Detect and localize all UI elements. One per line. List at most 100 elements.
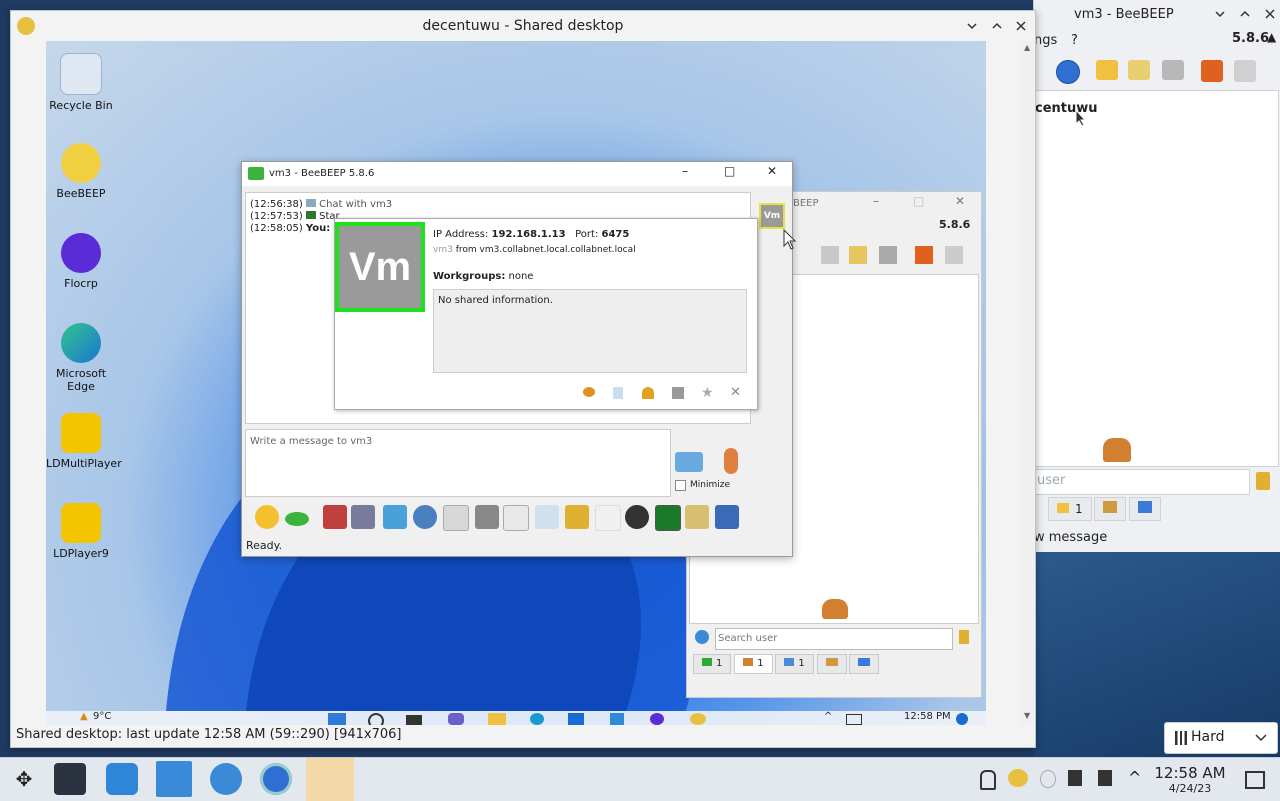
code-icon[interactable] — [595, 505, 621, 531]
broom-icon[interactable] — [959, 630, 969, 644]
bell-icon[interactable] — [642, 387, 654, 399]
folder-send-icon[interactable] — [565, 505, 589, 529]
tools-icon[interactable] — [1162, 60, 1184, 80]
beebeep-taskbar-icon[interactable] — [690, 713, 706, 725]
file-manager-icon[interactable] — [156, 761, 192, 797]
host-search-input[interactable]: user — [1034, 469, 1250, 495]
scroll-up-icon[interactable]: ▲ — [1024, 43, 1030, 52]
screen-share-icon[interactable] — [655, 505, 681, 531]
tab-chats[interactable]: 1 — [1048, 497, 1092, 521]
clock[interactable]: 12:58 AM 4/24/23 — [1150, 764, 1230, 795]
minimize-checkbox[interactable] — [675, 480, 686, 491]
remote-desktop-view[interactable]: Recycle Bin BeeBEEP Flocrp Microsoft Edg… — [46, 41, 986, 725]
taskview-icon[interactable] — [406, 715, 422, 725]
send-icon[interactable] — [675, 452, 703, 472]
explorer-icon[interactable] — [488, 713, 506, 725]
color-icon[interactable] — [351, 505, 375, 529]
host-user-name[interactable]: centuwu — [1035, 101, 1098, 116]
notification-icon[interactable] — [956, 713, 968, 725]
flocrp-taskbar-icon[interactable] — [650, 713, 664, 725]
minimize-icon[interactable]: – — [682, 164, 688, 178]
group-icon[interactable] — [1096, 60, 1118, 80]
vertical-scrollbar[interactable]: ▲ ▼ — [1021, 41, 1035, 725]
user-avatar-side[interactable]: Vm — [759, 203, 785, 229]
edit-icon[interactable] — [1128, 60, 1150, 80]
desktop-icon-edge[interactable]: Microsoft Edge — [46, 323, 116, 393]
tab-chats[interactable]: 1 — [693, 654, 732, 674]
close-icon[interactable]: ✕ — [730, 385, 741, 400]
desktop-icon-recycle-bin[interactable]: Recycle Bin — [46, 53, 116, 112]
tab-groups[interactable] — [816, 654, 847, 674]
network-globe-icon[interactable] — [260, 763, 292, 795]
chat-bubble-icon[interactable] — [583, 387, 595, 397]
app-launcher-icon[interactable]: ✥ — [8, 763, 40, 795]
tray-chevron-icon[interactable]: ^ — [824, 711, 832, 722]
update-icon[interactable] — [915, 246, 933, 264]
emoticon-icon[interactable] — [255, 505, 279, 529]
desktop-icon-flocrp[interactable]: Flocrp — [46, 233, 116, 290]
tab-shares[interactable] — [1129, 497, 1162, 521]
network-icon[interactable] — [1056, 60, 1080, 84]
start-icon[interactable] — [328, 713, 346, 725]
maximize-icon[interactable]: □ — [724, 164, 735, 178]
tab-messages[interactable]: 1 — [775, 654, 814, 674]
document-icon[interactable] — [503, 505, 529, 531]
system-settings-icon[interactable] — [54, 763, 86, 795]
tray-expand-icon[interactable]: ^ — [1128, 768, 1141, 787]
camera-icon[interactable] — [625, 505, 649, 529]
terminal-icon[interactable] — [475, 505, 499, 529]
close-icon[interactable] — [1015, 20, 1027, 32]
file-icon[interactable] — [613, 387, 623, 399]
minimize-icon[interactable]: – — [873, 194, 879, 208]
filter-icon[interactable] — [383, 505, 407, 529]
desktop-icon-ldplayer9[interactable]: LDPlayer9 — [46, 503, 116, 560]
settings-icon[interactable] — [413, 505, 437, 529]
show-desktop-icon[interactable] — [1245, 771, 1265, 789]
tab-shares[interactable] — [849, 654, 880, 674]
microphone-icon[interactable] — [724, 448, 738, 474]
notes-icon[interactable] — [685, 505, 709, 529]
broom-icon[interactable] — [1256, 472, 1270, 490]
close-icon[interactable]: ✕ — [767, 164, 777, 178]
mute-icon[interactable] — [1068, 770, 1082, 786]
update-icon[interactable] — [1201, 60, 1223, 82]
volume-icon[interactable] — [1098, 770, 1112, 786]
calendar-icon[interactable] — [610, 713, 624, 725]
chevron-up-icon[interactable] — [1239, 8, 1251, 20]
network-icon[interactable] — [695, 630, 709, 644]
chevron-down-icon[interactable] — [1214, 8, 1226, 20]
pencil-icon[interactable] — [672, 387, 684, 399]
close-icon[interactable]: ✕ — [955, 194, 965, 208]
beebeep-active-icon[interactable] — [306, 758, 354, 801]
save-icon[interactable] — [715, 505, 739, 529]
star-icon[interactable]: ★ — [701, 385, 714, 401]
store-icon[interactable] — [568, 713, 584, 725]
edit-icon[interactable] — [849, 246, 867, 264]
tools-icon[interactable] — [879, 246, 897, 264]
discover-icon[interactable] — [106, 763, 138, 795]
emoji-icon[interactable] — [285, 512, 309, 526]
scroll-down-icon[interactable]: ▼ — [1024, 711, 1030, 720]
tray-status-icon[interactable] — [1040, 770, 1056, 788]
maximize-icon[interactable]: □ — [913, 194, 924, 208]
chevron-down-icon[interactable] — [966, 20, 978, 32]
file-export-icon[interactable] — [535, 505, 559, 529]
host-user-list[interactable]: centuwu — [1034, 90, 1279, 467]
menu-settings[interactable]: ngs — [1034, 33, 1057, 48]
globe-icon[interactable] — [210, 763, 242, 795]
font-icon[interactable] — [323, 505, 347, 529]
download-icon[interactable] — [443, 505, 469, 531]
message-input[interactable]: Write a message to vm3 — [245, 429, 671, 497]
desktop-icon-beebeep[interactable]: BeeBEEP — [46, 143, 116, 200]
edge-icon[interactable] — [530, 713, 544, 725]
tab-groups[interactable] — [1094, 497, 1127, 521]
user-icon[interactable] — [980, 770, 996, 790]
tab-users[interactable]: 1 — [734, 654, 773, 674]
trash-icon[interactable] — [1234, 60, 1256, 82]
close-icon[interactable] — [1264, 8, 1276, 20]
remote-search-input[interactable]: Search user — [715, 628, 953, 650]
group-icon[interactable] — [821, 246, 839, 264]
search-icon[interactable] — [368, 713, 384, 725]
teams-icon[interactable] — [448, 713, 464, 725]
beebeep-tray-icon[interactable] — [1008, 769, 1028, 787]
